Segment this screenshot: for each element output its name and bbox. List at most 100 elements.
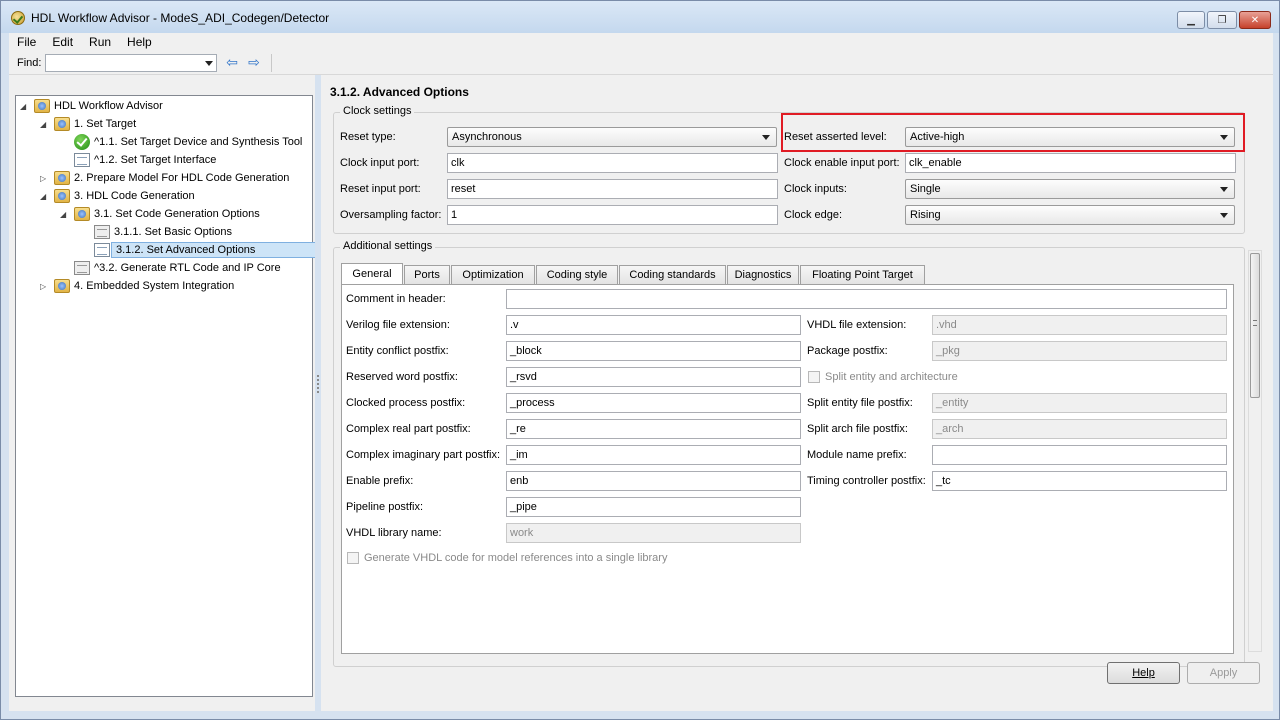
- single-library-label: Generate VHDL code for model references …: [364, 552, 668, 564]
- split-entity-file-postfix-field: _entity: [932, 393, 1227, 413]
- title-bar: HDL Workflow Advisor - ModeS_ADI_Codegen…: [1, 1, 1279, 33]
- app-window: HDL Workflow Advisor - ModeS_ADI_Codegen…: [0, 0, 1280, 720]
- clock-settings-title: Clock settings: [340, 105, 415, 117]
- folder-icon: [74, 207, 90, 221]
- clock-input-port-field[interactable]: clk: [447, 153, 778, 173]
- split-entity-architecture-label: Split entity and architecture: [825, 371, 958, 383]
- verilog-file-extension-field[interactable]: .v: [506, 315, 801, 335]
- tree-node-label: 3. HDL Code Generation: [74, 190, 195, 202]
- find-combobox[interactable]: [45, 54, 217, 72]
- expand-triangle-icon[interactable]: ◢: [40, 120, 50, 129]
- tree-node-set-target-device[interactable]: ^1.1. Set Target Device and Synthesis To…: [60, 133, 302, 151]
- vhdl-library-name-label: VHDL library name:: [346, 527, 442, 539]
- complex-imaginary-part-postfix-field[interactable]: _im: [506, 445, 801, 465]
- tree-node-label: ^1.2. Set Target Interface: [94, 154, 217, 166]
- expand-triangle-icon[interactable]: ◢: [40, 192, 50, 201]
- tree-node-hdl-code-generation[interactable]: ◢ 3. HDL Code Generation: [40, 187, 195, 205]
- find-label: Find:: [17, 57, 42, 69]
- splitter-grip-icon[interactable]: [317, 375, 319, 393]
- help-button-label: Help: [1132, 667, 1155, 679]
- reset-type-dropdown[interactable]: Asynchronous: [447, 127, 777, 147]
- tree-node-label: 4. Embedded System Integration: [74, 280, 235, 292]
- reset-input-port-field[interactable]: reset: [447, 179, 778, 199]
- tab-coding-standards[interactable]: Coding standards: [619, 265, 726, 285]
- tab-coding-style[interactable]: Coding style: [536, 265, 618, 285]
- window-title: HDL Workflow Advisor - ModeS_ADI_Codegen…: [31, 11, 330, 25]
- menu-help[interactable]: Help: [119, 35, 160, 49]
- tree-node-embedded-system-integration[interactable]: ▷ 4. Embedded System Integration: [40, 277, 234, 295]
- clock-inputs-dropdown[interactable]: Single: [905, 179, 1235, 199]
- back-arrow-icon[interactable]: ⇦: [223, 55, 241, 71]
- toolbar: Find: ⇦ ⇨: [9, 51, 1273, 75]
- folder-icon: [54, 189, 70, 203]
- toolbar-separator: [271, 54, 272, 72]
- tree-node-label: 2. Prepare Model For HDL Code Generation: [74, 172, 290, 184]
- module-name-prefix-label: Module name prefix:: [807, 449, 907, 461]
- package-postfix-field: _pkg: [932, 341, 1227, 361]
- clock-inputs-label: Clock inputs:: [784, 183, 847, 195]
- clocked-process-postfix-field[interactable]: _process: [506, 393, 801, 413]
- module-name-prefix-field[interactable]: [932, 445, 1227, 465]
- tree-node-label: HDL Workflow Advisor: [54, 100, 163, 112]
- tab-optimization[interactable]: Optimization: [451, 265, 535, 285]
- verilog-file-extension-label: Verilog file extension:: [346, 319, 450, 331]
- oversampling-factor-field[interactable]: 1: [447, 205, 778, 225]
- vertical-scrollbar[interactable]: [1248, 250, 1262, 652]
- clock-edge-value: Rising: [910, 209, 941, 221]
- tab-general[interactable]: General: [341, 263, 403, 286]
- additional-settings-title: Additional settings: [340, 240, 436, 252]
- maximize-button[interactable]: ❐: [1207, 11, 1237, 29]
- tab-diagnostics[interactable]: Diagnostics: [727, 265, 799, 285]
- clock-edge-dropdown[interactable]: Rising: [905, 205, 1235, 225]
- tab-ports[interactable]: Ports: [404, 265, 450, 285]
- task-icon: [94, 225, 110, 239]
- tree-node-set-basic-options[interactable]: 3.1.1. Set Basic Options: [80, 223, 232, 241]
- minimize-button[interactable]: ▁: [1177, 11, 1205, 29]
- help-button[interactable]: Help: [1107, 662, 1180, 684]
- tree-node-set-code-gen-options[interactable]: ◢ 3.1. Set Code Generation Options: [60, 205, 260, 223]
- hdl-advisor-app-icon: [11, 11, 25, 25]
- tree-node-prepare-model[interactable]: ▷ 2. Prepare Model For HDL Code Generati…: [40, 169, 289, 187]
- apply-button: Apply: [1187, 662, 1260, 684]
- tree-node-label: 3.1.2. Set Advanced Options: [111, 242, 323, 258]
- chevron-down-icon[interactable]: [205, 61, 213, 66]
- enable-prefix-field[interactable]: enb: [506, 471, 801, 491]
- menu-run[interactable]: Run: [81, 35, 119, 49]
- split-arch-file-postfix-label: Split arch file postfix:: [807, 423, 908, 435]
- folder-icon: [54, 117, 70, 131]
- grip-lines-icon: [1253, 320, 1257, 326]
- reset-type-value: Asynchronous: [452, 131, 522, 143]
- folder-icon: [54, 171, 70, 185]
- scrollbar-thumb[interactable]: [1250, 253, 1260, 398]
- menu-bar: File Edit Run Help: [9, 33, 1273, 51]
- menu-file[interactable]: File: [9, 35, 44, 49]
- timing-controller-postfix-field[interactable]: _tc: [932, 471, 1227, 491]
- forward-arrow-icon[interactable]: ⇨: [245, 55, 263, 71]
- comment-in-header-label: Comment in header:: [346, 293, 446, 305]
- package-postfix-label: Package postfix:: [807, 345, 888, 357]
- close-button[interactable]: ✕: [1239, 11, 1271, 29]
- split-entity-architecture-checkbox: [808, 371, 820, 383]
- entity-conflict-postfix-field[interactable]: _block: [506, 341, 801, 361]
- expand-triangle-icon[interactable]: ◢: [60, 210, 70, 219]
- complex-imaginary-part-postfix-label: Complex imaginary part postfix:: [346, 449, 501, 461]
- enable-prefix-label: Enable prefix:: [346, 475, 414, 487]
- clock-enable-input-port-field[interactable]: clk_enable: [905, 153, 1236, 173]
- complex-real-part-postfix-field[interactable]: _re: [506, 419, 801, 439]
- vhdl-library-name-field: work: [506, 523, 801, 543]
- menu-edit[interactable]: Edit: [44, 35, 81, 49]
- comment-in-header-field[interactable]: [506, 289, 1227, 309]
- tree-node-set-target[interactable]: ◢ 1. Set Target: [40, 115, 136, 133]
- tree-node-set-advanced-options[interactable]: 3.1.2. Set Advanced Options: [80, 241, 323, 259]
- tree-node-set-target-interface[interactable]: ^1.2. Set Target Interface: [60, 151, 216, 169]
- expand-triangle-icon[interactable]: ◢: [20, 102, 30, 111]
- single-library-checkbox: [347, 552, 359, 564]
- reserved-word-postfix-field[interactable]: _rsvd: [506, 367, 801, 387]
- tree-node-generate-rtl[interactable]: ^3.2. Generate RTL Code and IP Core: [60, 259, 281, 277]
- collapsed-triangle-icon[interactable]: ▷: [40, 282, 50, 291]
- tab-floating-point-target[interactable]: Floating Point Target: [800, 265, 925, 285]
- tree-node-hdl-workflow-advisor[interactable]: ◢ HDL Workflow Advisor: [20, 97, 163, 115]
- red-highlight-box: [781, 113, 1245, 152]
- collapsed-triangle-icon[interactable]: ▷: [40, 174, 50, 183]
- pipeline-postfix-field[interactable]: _pipe: [506, 497, 801, 517]
